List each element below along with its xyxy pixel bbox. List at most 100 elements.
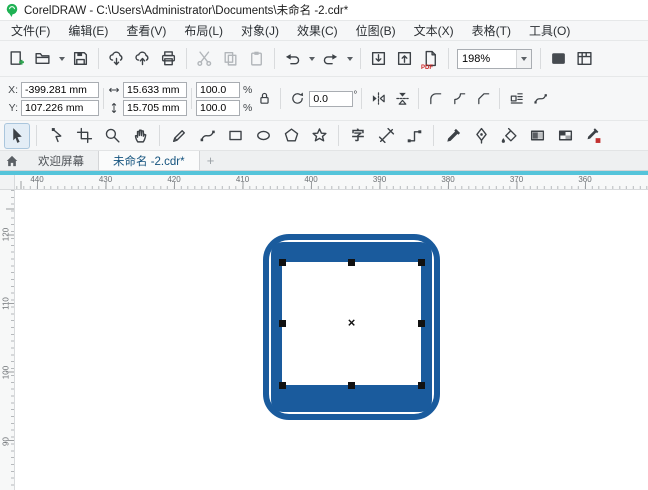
scale-x-input[interactable] [196, 81, 240, 98]
menu-text[interactable]: 文本(X) [405, 21, 463, 40]
separator [540, 48, 541, 69]
shape-tool-button[interactable] [43, 123, 69, 149]
mirror-horizontal-button[interactable] [366, 87, 390, 111]
zoom-tool-button[interactable] [99, 123, 125, 149]
open-dropdown[interactable] [56, 46, 67, 72]
x-position-input[interactable] [21, 81, 99, 98]
selection-handle-nw[interactable] [278, 258, 286, 266]
wrap-text-button[interactable] [504, 87, 528, 111]
selection-handle-s[interactable] [348, 381, 355, 389]
redo-button[interactable] [318, 46, 343, 72]
open-button[interactable] [30, 46, 55, 72]
scale-factor-group: % % [196, 81, 252, 116]
redo-dropdown[interactable] [344, 46, 355, 72]
export-button[interactable] [392, 46, 417, 72]
pick-tool-button[interactable] [4, 122, 30, 149]
separator [361, 88, 363, 109]
print-button[interactable] [156, 46, 181, 72]
crop-tool-button[interactable] [71, 123, 97, 149]
ruler-label: 360 [578, 175, 592, 184]
selection-handle-e[interactable] [417, 320, 425, 327]
fullscreen-preview-button[interactable] [546, 46, 571, 72]
undo-dropdown[interactable] [306, 46, 317, 72]
selection-handle-n[interactable] [348, 258, 355, 266]
ruler-origin-corner[interactable] [0, 175, 15, 190]
import-button[interactable] [366, 46, 391, 72]
selection-center-mark[interactable]: × [344, 315, 359, 330]
round-corner-button[interactable] [423, 87, 447, 111]
app-icon [5, 3, 19, 17]
cut-button[interactable] [192, 46, 217, 72]
convert-to-curves-button[interactable] [528, 87, 552, 111]
menu-bar: 文件(F) 编辑(E) 查看(V) 布局(L) 对象(J) 效果(C) 位图(B… [0, 20, 648, 40]
selection-handle-sw[interactable] [278, 381, 286, 389]
menu-file[interactable]: 文件(F) [2, 21, 59, 40]
menu-edit[interactable]: 编辑(E) [59, 21, 117, 40]
common-shapes-tool-button[interactable] [306, 123, 332, 149]
rectangle-tool-button[interactable] [222, 123, 248, 149]
y-position-input[interactable] [21, 99, 99, 116]
selection-handle-ne[interactable] [417, 258, 425, 266]
publish-pdf-button[interactable]: PDF [418, 46, 443, 72]
rotate-icon [285, 87, 309, 111]
fill-tool-button[interactable] [496, 123, 522, 149]
bezier-tool-button[interactable] [194, 123, 220, 149]
outline-pen-tool-button[interactable] [468, 123, 494, 149]
menu-view[interactable]: 查看(V) [117, 21, 175, 40]
pdf-label: PDF [421, 64, 433, 71]
eyedropper-tool-button[interactable] [440, 123, 466, 149]
parallel-dimension-tool-button[interactable] [373, 123, 399, 149]
chevron-down-icon [58, 56, 65, 61]
tab-welcome-screen[interactable]: 欢迎屏幕 [24, 151, 98, 170]
undo-button[interactable] [280, 46, 305, 72]
toolbox: 字 [0, 120, 648, 150]
menu-effects[interactable]: 效果(C) [288, 21, 347, 40]
separator [448, 48, 449, 69]
ruler-label: 100 [1, 365, 11, 380]
vertical-ruler[interactable]: 120 110 100 90 [0, 190, 15, 490]
horizontal-ruler[interactable]: 440 430 420 410 400 390 380 370 360 [15, 175, 648, 190]
mirror-vertical-button[interactable] [390, 87, 414, 111]
connector-tool-button[interactable] [401, 123, 427, 149]
save-button[interactable] [68, 46, 93, 72]
chevron-down-icon [521, 56, 527, 61]
ellipse-tool-button[interactable] [250, 123, 276, 149]
scale-y-input[interactable] [196, 99, 240, 116]
menu-table[interactable]: 表格(T) [463, 21, 520, 40]
menu-object[interactable]: 对象(J) [232, 21, 288, 40]
transparency-tool-button[interactable] [552, 123, 578, 149]
selection-handle-se[interactable] [417, 381, 425, 389]
new-tab-button[interactable]: + [200, 151, 222, 170]
drawing-canvas[interactable]: × [15, 190, 648, 490]
tab-document[interactable]: 未命名 -2.cdr* [98, 151, 200, 170]
selection-handle-w[interactable] [278, 320, 286, 327]
menu-bitmaps[interactable]: 位图(B) [347, 21, 405, 40]
menu-layout[interactable]: 布局(L) [175, 21, 232, 40]
get-from-cloud-button[interactable] [104, 46, 129, 72]
text-tool-button[interactable]: 字 [345, 123, 371, 149]
new-document-button[interactable] [4, 46, 29, 72]
chevron-down-icon [308, 56, 315, 61]
object-width-input[interactable] [123, 81, 187, 98]
interactive-fill-tool-button[interactable] [524, 123, 550, 149]
separator [433, 125, 434, 146]
zoom-dropdown[interactable] [516, 49, 531, 68]
scalloped-corner-button[interactable] [447, 87, 471, 111]
save-to-cloud-button[interactable] [130, 46, 155, 72]
rotation-angle-input[interactable] [309, 90, 354, 107]
chamfered-corner-button[interactable] [471, 87, 495, 111]
home-button[interactable] [0, 151, 24, 170]
lock-ratio-button[interactable] [252, 87, 276, 111]
pan-tool-button[interactable] [127, 123, 153, 149]
polygon-tool-button[interactable] [278, 123, 304, 149]
zoom-level-input[interactable] [458, 49, 516, 68]
paste-button[interactable] [244, 46, 269, 72]
object-height-input[interactable] [123, 99, 187, 116]
show-rulers-button[interactable] [572, 46, 597, 72]
separator [103, 88, 104, 109]
y-label: Y: [8, 101, 18, 114]
copy-button[interactable] [218, 46, 243, 72]
freehand-tool-button[interactable] [166, 123, 192, 149]
color-eyedropper-tool-button[interactable] [580, 123, 606, 149]
menu-tools[interactable]: 工具(O) [520, 21, 579, 40]
